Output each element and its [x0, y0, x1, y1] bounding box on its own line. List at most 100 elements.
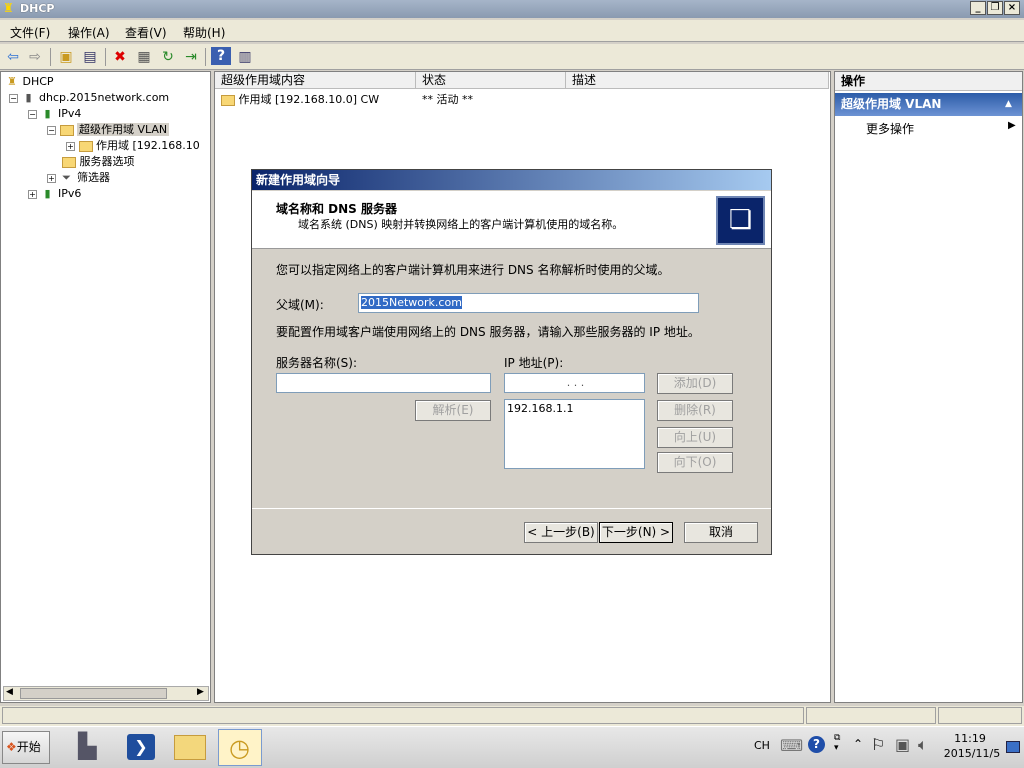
server-name-field[interactable]: [276, 373, 491, 393]
powershell-icon[interactable]: ❯: [127, 734, 155, 760]
expand-icon[interactable]: +: [47, 173, 56, 183]
tree-node-filters[interactable]: + ⏷ 筛选器: [47, 170, 110, 186]
expand-icon[interactable]: +: [66, 141, 75, 151]
scrollbar-thumb[interactable]: [20, 688, 167, 699]
collapse-up-icon[interactable]: ▲: [1005, 93, 1012, 116]
more-actions-item[interactable]: 更多操作 ▶: [866, 120, 1016, 138]
clock-date[interactable]: 2015/11/5: [940, 747, 1004, 760]
menu-help[interactable]: 帮助(H): [183, 24, 225, 41]
window-title: DHCP: [20, 2, 55, 15]
show-hidden-icons-icon[interactable]: ⌃: [853, 737, 863, 751]
next-button[interactable]: 下一步(N) >: [599, 522, 673, 543]
ip-address-list[interactable]: 192.168.1.1: [504, 399, 645, 469]
dhcp-clock-icon: ◷: [229, 734, 250, 762]
menu-action[interactable]: 操作(A): [68, 24, 110, 41]
ipv6-icon: ▮: [44, 187, 51, 200]
actions-section-superscope[interactable]: 超级作用域 VLAN ▲: [835, 93, 1022, 116]
tree-node-server[interactable]: − ▮ dhcp.2015network.com: [9, 90, 169, 106]
forward-icon[interactable]: ⇨: [25, 47, 45, 67]
wizard-header: 域名称和 DNS 服务器 域名系统 (DNS) 映射并转换网络上的客户端计算机使…: [252, 191, 771, 249]
show-desktop-icon[interactable]: [1006, 741, 1020, 753]
remove-button[interactable]: 删除(R): [657, 400, 733, 421]
collapse-icon[interactable]: −: [9, 93, 18, 103]
title-bar: ♜ DHCP _ ❐ ×: [0, 0, 1024, 18]
move-down-button[interactable]: 向下(O): [657, 452, 733, 473]
actions-pane: 操作 超级作用域 VLAN ▲ 更多操作 ▶: [834, 71, 1023, 703]
explorer-icon[interactable]: [174, 735, 206, 760]
restore-button[interactable]: ❐: [987, 1, 1003, 15]
add-button[interactable]: 添加(D): [657, 373, 733, 394]
column-header-description[interactable]: 描述: [566, 72, 829, 89]
menu-file[interactable]: 文件(F): [10, 24, 50, 41]
volume-muted-icon[interactable]: 🔈︎: [918, 735, 928, 755]
clock-time[interactable]: 11:19: [945, 732, 995, 745]
refresh-icon[interactable]: ↻: [158, 47, 178, 67]
dialog-title: 新建作用域向导: [252, 170, 771, 190]
toolbar-separator: [205, 48, 206, 66]
properties-icon[interactable]: ▦: [134, 47, 154, 67]
help-icon[interactable]: ?: [808, 736, 825, 753]
close-button[interactable]: ×: [1004, 1, 1020, 15]
keyboard-icon[interactable]: ⌨: [780, 736, 803, 755]
folder-icon: [221, 94, 235, 106]
expand-icon[interactable]: +: [28, 189, 37, 199]
show-action-pane-icon[interactable]: ▥: [235, 47, 255, 67]
dhcp-taskbar-button[interactable]: ◷: [218, 729, 262, 766]
language-indicator[interactable]: CH: [754, 739, 770, 752]
column-header-status[interactable]: 状态: [416, 72, 566, 89]
console-tree: ♜ DHCP − ▮ dhcp.2015network.com − ▮ IPv4…: [0, 71, 211, 703]
start-button[interactable]: ❖开始: [2, 731, 50, 764]
server-icon: ▮: [25, 91, 32, 104]
tree-scrollbar[interactable]: ◀ ▶: [3, 686, 209, 701]
server-name-label: 服务器名称(S):: [276, 356, 358, 370]
move-up-button[interactable]: 向上(U): [657, 427, 733, 448]
action-center-flag-icon[interactable]: ⚐: [871, 735, 885, 754]
dns-intro-text: 要配置作用域客户端使用网络上的 DNS 服务器，请输入那些服务器的 IP 地址。: [276, 325, 700, 339]
tree-node-scope[interactable]: + 作用域 [192.168.10: [66, 138, 200, 154]
parent-domain-label: 父域(M):: [276, 298, 324, 312]
up-folder-icon[interactable]: ▣: [56, 47, 76, 67]
server-options-icon: [62, 156, 76, 168]
tree-node-server-options[interactable]: 服务器选项: [62, 154, 135, 170]
collapse-icon[interactable]: −: [28, 109, 37, 119]
scroll-right-icon[interactable]: ▶: [197, 687, 204, 697]
column-header-content[interactable]: 超级作用域内容: [215, 72, 416, 89]
tree-node-ipv4[interactable]: − ▮ IPv4: [28, 106, 81, 122]
wizard-subheading: 域名系统 (DNS) 映射并转换网络上的客户端计算机使用的域名称。: [298, 218, 624, 231]
tree-node-ipv6[interactable]: + ▮ IPv6: [28, 186, 81, 202]
parent-domain-field[interactable]: 2015Network.com: [358, 293, 699, 313]
menu-view[interactable]: 查看(V): [125, 24, 167, 41]
delete-icon[interactable]: ✖: [110, 47, 130, 67]
tree-node-dhcp[interactable]: ♜ DHCP: [5, 74, 54, 90]
folder-icon: [59, 124, 74, 136]
actions-header: 操作: [835, 72, 1022, 91]
dhcp-app-icon: ♜: [3, 1, 14, 15]
scroll-left-icon[interactable]: ◀: [6, 687, 13, 697]
wizard-folders-icon: ❏: [716, 196, 765, 245]
resolve-button[interactable]: 解析(E): [415, 400, 491, 421]
collapse-icon[interactable]: −: [47, 125, 56, 135]
folder-icon: [78, 140, 93, 152]
help-icon[interactable]: ?: [211, 47, 231, 65]
ip-address-field[interactable]: . . .: [504, 373, 645, 393]
cancel-button[interactable]: 取消: [684, 522, 758, 543]
server-manager-icon[interactable]: ▙: [78, 732, 96, 760]
network-icon[interactable]: ▣: [895, 735, 910, 754]
table-row[interactable]: 作用域 [192.168.10.0] CW ** 活动 **: [221, 91, 821, 107]
submenu-arrow-icon: ▶: [1008, 120, 1016, 131]
back-button[interactable]: < 上一步(B): [524, 522, 598, 543]
list-item[interactable]: 192.168.1.1: [507, 400, 644, 418]
scope-status: ** 活动 **: [422, 93, 473, 106]
ime-options-icon[interactable]: ⧉ ▾: [834, 733, 840, 753]
export-icon[interactable]: ⇥: [181, 47, 201, 67]
taskbar: ❖开始 ▙ ❯ ◷ CH ⌨ ? ⧉ ▾ ⌃ ⚐ ▣ 🔈︎ 11:19 2015/…: [0, 726, 1024, 768]
intro-text: 您可以指定网络上的客户端计算机用来进行 DNS 名称解析时使用的父域。: [276, 263, 670, 277]
ip-address-label: IP 地址(P):: [504, 356, 564, 370]
tree-node-superscope[interactable]: − 超级作用域 VLAN: [47, 122, 170, 138]
ipv4-icon: ▮: [44, 107, 51, 120]
status-panel: [2, 707, 804, 724]
show-hide-tree-icon[interactable]: ▤: [80, 47, 100, 67]
minimize-button[interactable]: _: [970, 1, 986, 15]
back-icon[interactable]: ⇦: [3, 47, 23, 67]
status-bar: [0, 706, 1024, 726]
